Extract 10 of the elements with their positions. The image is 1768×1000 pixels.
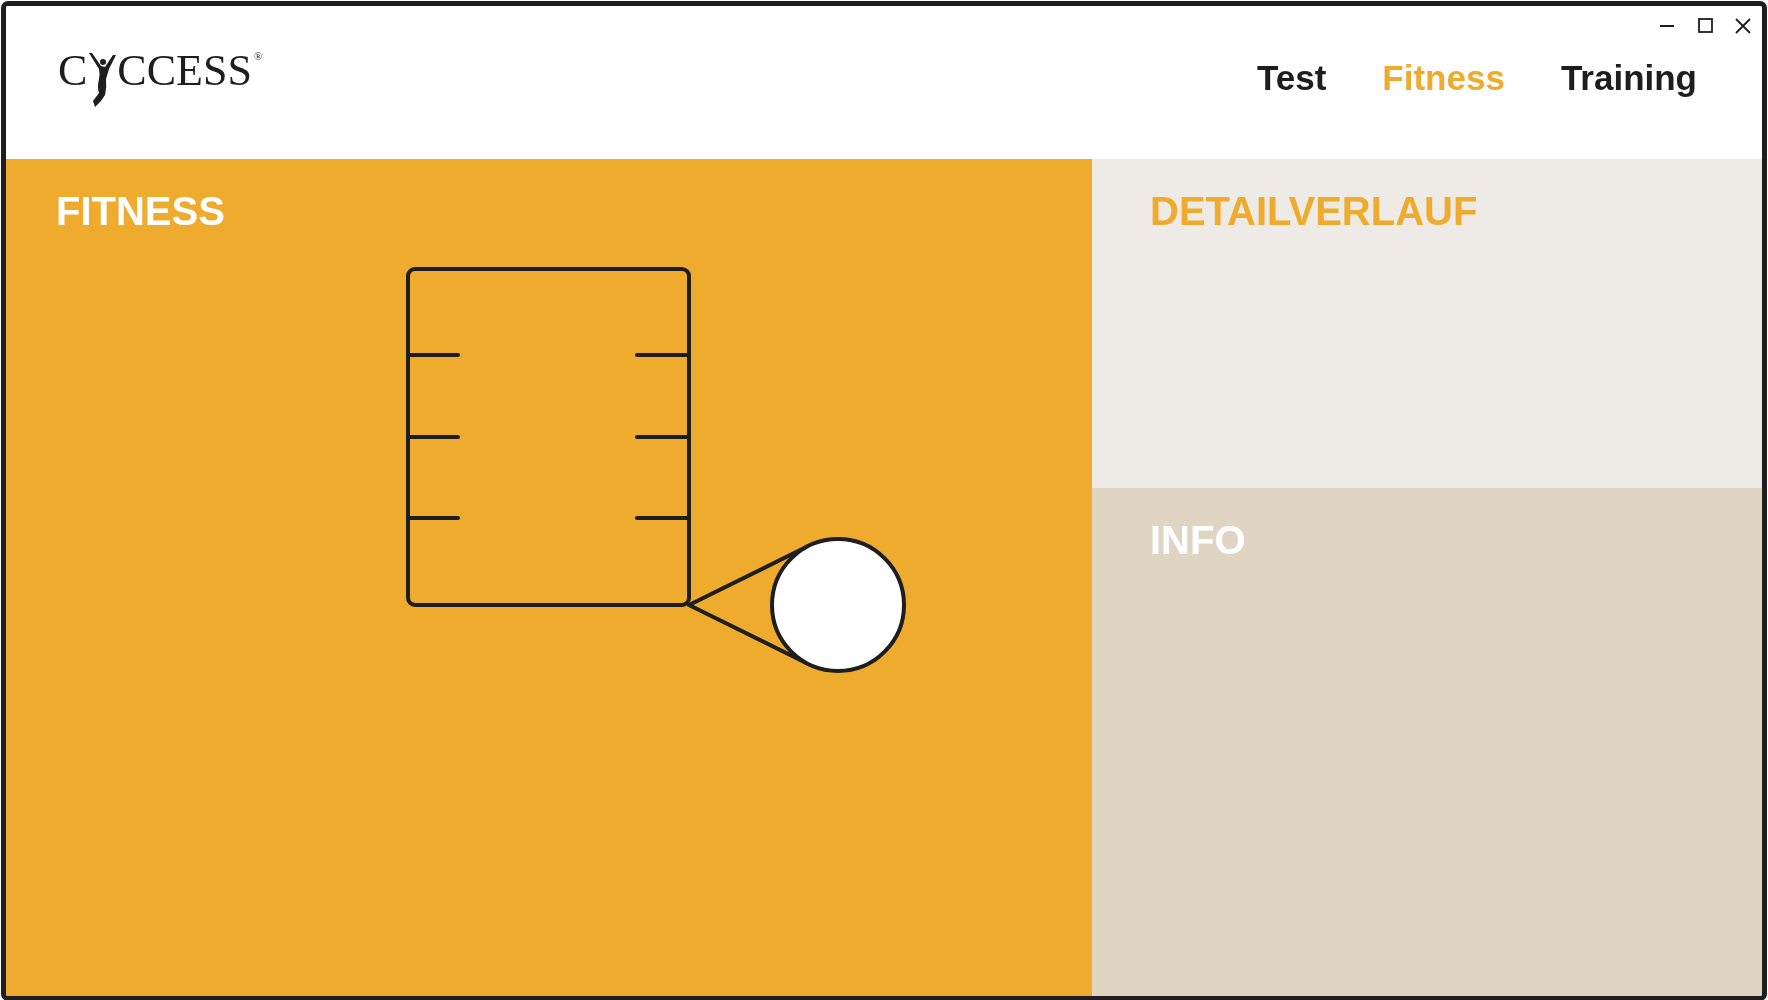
panel-title: FITNESS (56, 188, 226, 235)
nav-tab[interactable]: Training (1560, 56, 1697, 100)
nav-tab[interactable]: Test (1256, 56, 1327, 100)
panel-title: DETAILVERLAUF (1150, 188, 1479, 235)
maximize-icon[interactable] (1696, 17, 1714, 35)
jumping-figure-icon (87, 51, 118, 109)
panel-title: INFO (1150, 517, 1247, 564)
logo-text: C (58, 49, 88, 93)
logo-text: CCESS$^{®}$ (117, 49, 263, 93)
close-icon[interactable] (1734, 17, 1752, 35)
